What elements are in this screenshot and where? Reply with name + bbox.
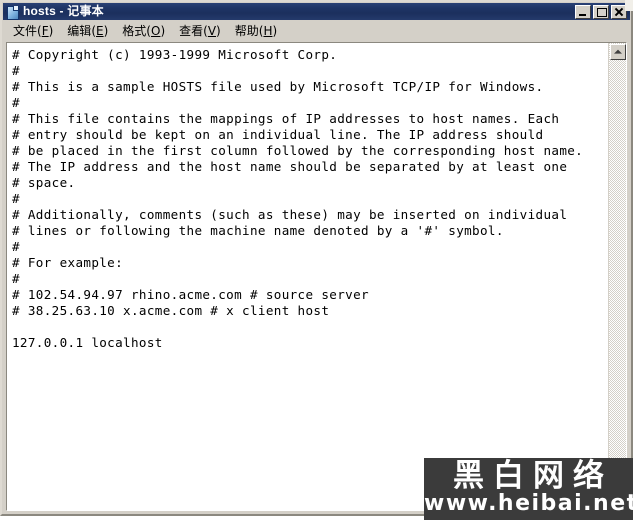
menu-bar: 文件(F) 编辑(E) 格式(O) 查看(V) 帮助(H): [3, 21, 630, 41]
vertical-scrollbar[interactable]: [608, 43, 626, 510]
minimize-button[interactable]: [575, 4, 591, 19]
menu-item-view-accel: V: [207, 24, 217, 38]
watermark-url-text: www.heibai.net: [424, 491, 633, 516]
notepad-document-icon[interactable]: [5, 5, 19, 20]
watermark-overlay: 黑白网络 www.heibai.net: [424, 458, 633, 520]
watermark-chinese-text: 黑白网络: [453, 458, 613, 494]
menu-item-edit-label: 编辑: [67, 24, 92, 38]
menu-item-view[interactable]: 查看(V): [172, 22, 228, 40]
menu-item-file-label: 文件: [13, 24, 38, 38]
editor-client-area: # Copyright (c) 1993-1999 Microsoft Corp…: [6, 42, 627, 511]
window-controls: [575, 4, 629, 19]
menu-item-format-accel: O: [150, 24, 161, 38]
menu-item-file[interactable]: 文件(F): [6, 22, 60, 40]
icon-fold: [13, 5, 18, 11]
menu-item-format-label: 格式: [122, 24, 147, 38]
chevron-up-icon: [614, 49, 622, 54]
scroll-up-button[interactable]: [610, 44, 626, 60]
menu-item-file-accel: F: [41, 24, 49, 38]
title-bar[interactable]: hosts - 记事本: [3, 3, 630, 20]
watermark-corner-notch: [625, 0, 633, 11]
maximize-button[interactable]: [593, 4, 609, 19]
hosts-file-content: # Copyright (c) 1993-1999 Microsoft Corp…: [12, 47, 584, 350]
menu-item-help[interactable]: 帮助(H): [228, 22, 284, 40]
window-title: hosts - 记事本: [23, 4, 104, 18]
menu-item-view-label: 查看: [179, 24, 204, 38]
menu-item-help-accel: H: [263, 24, 273, 38]
menu-item-help-label: 帮助: [234, 24, 259, 38]
menu-item-edit[interactable]: 编辑(E): [60, 22, 115, 40]
menu-item-edit-accel: E: [96, 24, 104, 38]
menu-item-format[interactable]: 格式(O): [115, 22, 172, 40]
text-editor[interactable]: # Copyright (c) 1993-1999 Microsoft Corp…: [7, 43, 608, 510]
notepad-window: hosts - 记事本 文件(F) 编辑(E) 格式(O) 查看(V) 帮助(H…: [0, 0, 633, 516]
